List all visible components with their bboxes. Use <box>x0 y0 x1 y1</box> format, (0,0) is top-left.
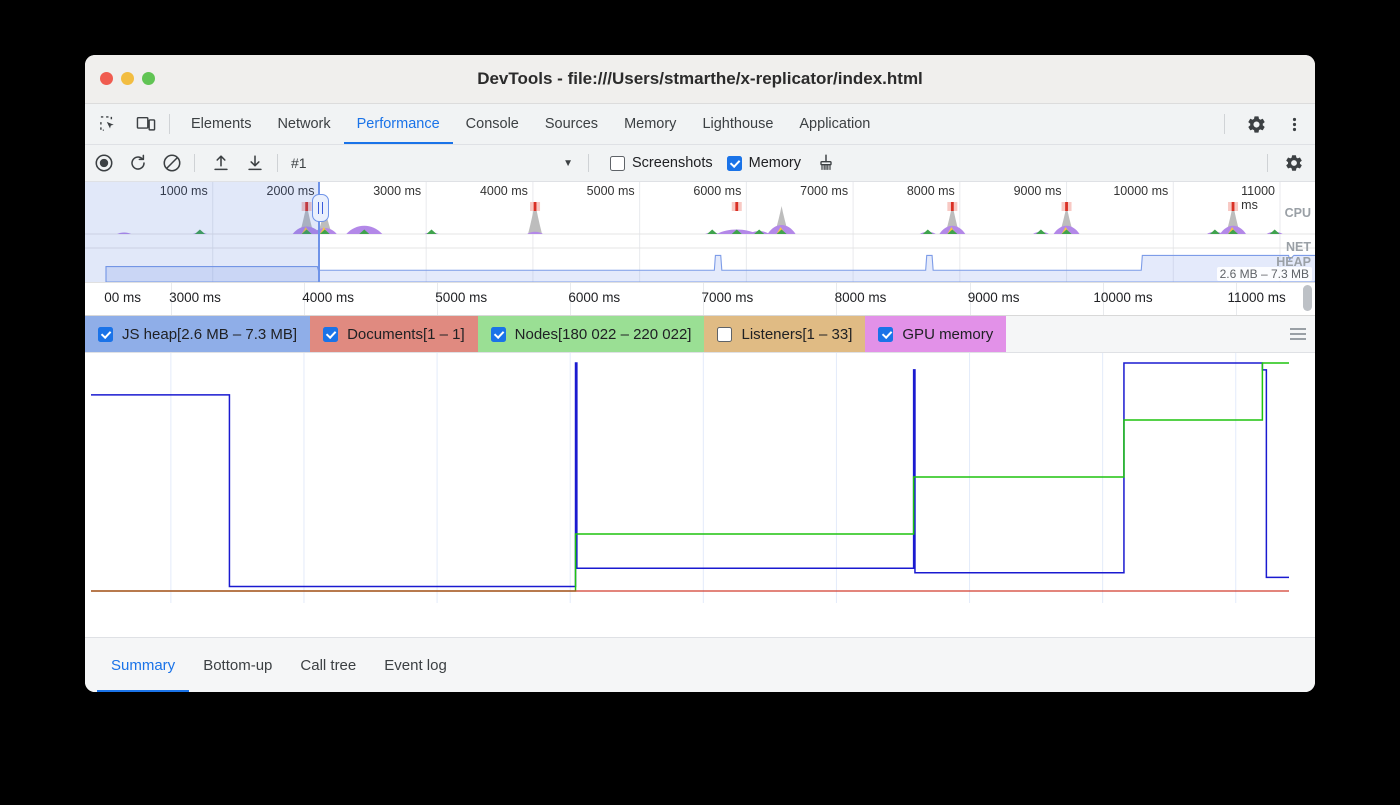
counter-chip-label: Documents[1 – 1] <box>347 326 465 343</box>
memory-counters-chart[interactable] <box>85 353 1315 603</box>
checkbox-box <box>878 327 893 342</box>
tab-bottom-up[interactable]: Bottom-up <box>189 639 286 692</box>
overview-ruler-label: 7000 ms <box>800 184 853 198</box>
overview-label-net: NET <box>1286 240 1311 254</box>
tab-network[interactable]: Network <box>264 105 343 144</box>
toolbar-divider <box>277 154 278 172</box>
inspect-element-icon[interactable] <box>93 111 123 137</box>
toolbar-divider <box>1267 154 1268 172</box>
checkbox-box <box>717 327 732 342</box>
window-title: DevTools - file:///Users/stmarthe/x-repl… <box>85 55 1315 103</box>
overview-ruler-label: 9000 ms <box>1014 184 1067 198</box>
overview-ruler-label: 6000 ms <box>693 184 746 198</box>
screenshots-label: Screenshots <box>632 155 713 171</box>
tab-elements[interactable]: Elements <box>178 105 264 144</box>
checkbox-box <box>98 327 113 342</box>
tab-lighthouse[interactable]: Lighthouse <box>689 105 786 144</box>
checkbox-box <box>727 156 742 171</box>
tab-memory[interactable]: Memory <box>611 105 689 144</box>
ruler-label: 10000 ms <box>1093 290 1158 305</box>
counter-chip-documents[interactable]: Documents[1 – 1] <box>310 316 478 352</box>
overview-selection-right-handle[interactable] <box>312 194 329 222</box>
counters-traces <box>85 353 1315 603</box>
device-toolbar-icon[interactable] <box>131 111 161 137</box>
chevron-down-icon: ▼ <box>563 158 573 169</box>
download-profile-icon[interactable] <box>240 149 270 177</box>
counter-chip-nodes[interactable]: Nodes[180 022 – 220 022] <box>478 316 705 352</box>
toolbar-divider <box>1224 114 1225 134</box>
tab-application[interactable]: Application <box>786 105 883 144</box>
overview-selection-window[interactable] <box>85 182 319 282</box>
overview-ruler-label: 3000 ms <box>373 184 426 198</box>
ruler-label: 5000 ms <box>435 290 493 305</box>
overview-ruler-label: 4000 ms <box>480 184 533 198</box>
details-tab-bar: Summary Bottom-up Call tree Event log <box>85 637 1315 692</box>
counter-chip-label: Listeners[1 – 33] <box>741 326 852 343</box>
collect-garbage-icon[interactable] <box>811 149 841 177</box>
recording-selector[interactable]: #1 ▼ <box>291 151 581 175</box>
performance-toolbar: #1 ▼ Screenshots Memory <box>85 145 1315 182</box>
checkbox-box <box>610 156 625 171</box>
gear-icon[interactable] <box>1241 111 1271 137</box>
memory-checkbox[interactable]: Memory <box>727 155 801 171</box>
more-vertical-icon[interactable] <box>1279 111 1309 137</box>
heap-range-label: 2.6 MB – 7.3 MB <box>1217 267 1312 281</box>
upload-profile-icon[interactable] <box>206 149 236 177</box>
counter-chip-label: Nodes[180 022 – 220 022] <box>515 326 692 343</box>
checkbox-box <box>323 327 338 342</box>
devtools-tab-bar: Elements Network Performance Console Sou… <box>85 104 1315 145</box>
counter-chip-label: GPU memory <box>902 326 993 343</box>
ruler-label: 11000 ms <box>1227 290 1291 305</box>
tab-call-tree[interactable]: Call tree <box>286 639 370 692</box>
ruler-label: 4000 ms <box>302 290 360 305</box>
overview-ruler-label: 8000 ms <box>907 184 960 198</box>
counter-chip-label: JS heap[2.6 MB – 7.3 MB] <box>122 326 297 343</box>
checkbox-box <box>491 327 506 342</box>
hamburger-menu-icon[interactable] <box>1281 316 1315 352</box>
toolbar-divider <box>169 114 170 134</box>
clear-icon[interactable] <box>157 149 187 177</box>
toolbar-divider <box>194 154 195 172</box>
ruler-label: 7000 ms <box>702 290 760 305</box>
tab-console[interactable]: Console <box>453 105 532 144</box>
vertical-scrollbar-thumb[interactable] <box>1303 285 1312 311</box>
ruler-label: 6000 ms <box>568 290 626 305</box>
tab-sources[interactable]: Sources <box>532 105 611 144</box>
ruler-label: 9000 ms <box>968 290 1026 305</box>
recording-selector-value: #1 <box>291 155 307 171</box>
record-circle-icon[interactable] <box>89 149 119 177</box>
ruler-label: 00 ms <box>104 290 147 305</box>
counter-chip-listeners[interactable]: Listeners[1 – 33] <box>704 316 865 352</box>
overview-ruler-label: 5000 ms <box>587 184 640 198</box>
timeline-ruler: 00 ms 3000 ms 4000 ms 5000 ms 6000 ms 7000 ms… <box>85 282 1315 316</box>
ruler-label: 8000 ms <box>835 290 893 305</box>
tab-performance[interactable]: Performance <box>344 105 453 144</box>
overview-ruler-label: 10000 ms <box>1113 184 1173 198</box>
toolbar-divider <box>588 154 589 172</box>
devtools-window: DevTools - file:///Users/stmarthe/x-repl… <box>85 55 1315 692</box>
tab-summary[interactable]: Summary <box>97 639 189 692</box>
tab-bar-right-actions <box>1216 111 1315 137</box>
gear-icon[interactable] <box>1279 149 1309 177</box>
counter-chip-gpu-memory[interactable]: GPU memory <box>865 316 1006 352</box>
counter-chip-js-heap[interactable]: JS heap[2.6 MB – 7.3 MB] <box>85 316 310 352</box>
tab-event-log[interactable]: Event log <box>370 639 461 692</box>
title-bar: DevTools - file:///Users/stmarthe/x-repl… <box>85 55 1315 104</box>
overview-ruler-label: 11000 ms <box>1241 184 1280 212</box>
screenshots-checkbox[interactable]: Screenshots <box>610 155 713 171</box>
reload-record-icon[interactable] <box>123 149 153 177</box>
memory-label: Memory <box>749 155 801 171</box>
toolbar-right-actions <box>1260 149 1315 177</box>
timeline-overview[interactable]: 1000 ms2000 ms3000 ms4000 ms5000 ms6000 … <box>85 182 1315 282</box>
overview-label-cpu: CPU <box>1285 206 1311 220</box>
ruler-label: 3000 ms <box>169 290 227 305</box>
memory-counters-legend: JS heap[2.6 MB – 7.3 MB] Documents[1 – 1]… <box>85 316 1315 353</box>
